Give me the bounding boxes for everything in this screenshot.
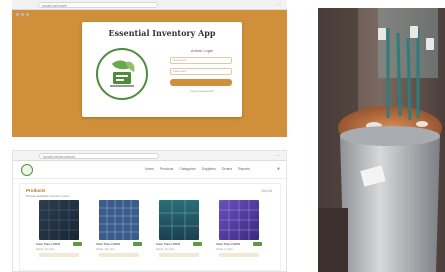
view-all-link[interactable]: View All <box>261 189 272 193</box>
card-button[interactable] <box>159 253 199 257</box>
forgot-password-link[interactable]: Forgot password? <box>170 89 234 93</box>
page-title: Essential Inventory App <box>108 28 216 38</box>
motor-rewinding-photo <box>318 8 445 272</box>
app-logo <box>96 48 148 100</box>
card-button[interactable] <box>219 253 259 257</box>
collage: localhost/login ⋯ Essential Inventory Ap… <box>0 0 445 272</box>
login-form: Admin Login Username Password Forgot pas… <box>170 48 234 93</box>
card-meta: Stock: 24 units <box>36 247 55 251</box>
product-cards: Solar Panel 100W Stock: 24 units Solar P… <box>36 200 266 270</box>
status-badge <box>193 242 202 246</box>
product-card[interactable]: Solar Panel 100W Stock: 24 units <box>36 200 82 270</box>
nav-item-reports[interactable]: Reports <box>238 167 250 171</box>
browser-menu-icon[interactable]: ⋯ <box>276 2 283 8</box>
product-card[interactable]: Solar Panel 150W Stock: 12 units <box>156 200 202 270</box>
login-card: Essential Inventory App Admin Login User… <box>82 22 242 117</box>
site-logo-icon[interactable] <box>21 164 33 176</box>
url-bar[interactable]: localhost/products <box>39 153 159 159</box>
browser-bar: localhost/products ⋯ <box>13 151 286 167</box>
site-header: Home Products Categories Suppliers Order… <box>13 161 286 179</box>
status-badge <box>73 242 82 246</box>
nav-item-categories[interactable]: Categories <box>179 167 195 171</box>
card-meta: Stock: 18 units <box>96 247 115 251</box>
product-list-screenshot: localhost/products ⋯ Home Products Categ… <box>12 150 287 272</box>
url-bar[interactable]: localhost/login <box>38 2 158 8</box>
leaf-box-logo-icon <box>110 60 135 87</box>
nav-item-home[interactable]: Home <box>145 167 154 171</box>
card-meta: Stock: 9 units <box>216 247 233 251</box>
products-panel: Products Browse available inventory item… <box>19 183 281 271</box>
window-controls <box>17 154 33 167</box>
motor-photo-illustration <box>318 8 445 272</box>
nav-item-orders[interactable]: Orders <box>222 167 232 171</box>
browser-menu-icon[interactable]: ⋯ <box>275 153 282 159</box>
login-screenshot: localhost/login ⋯ Essential Inventory Ap… <box>12 0 287 137</box>
product-card[interactable]: Solar Panel 200W Stock: 18 units <box>96 200 142 270</box>
user-icon[interactable]: ● <box>277 166 280 172</box>
blue-grid-solar-panel-image <box>99 200 139 240</box>
card-button[interactable] <box>39 253 79 257</box>
teal-solar-panel-image <box>159 200 199 240</box>
username-field[interactable]: Username <box>170 57 232 64</box>
main-nav: Home Products Categories Suppliers Order… <box>140 167 250 171</box>
nav-item-products[interactable]: Products <box>160 167 173 171</box>
status-badge <box>133 242 142 246</box>
section-title: Products <box>26 188 46 193</box>
card-meta: Stock: 12 units <box>156 247 175 251</box>
product-card[interactable]: Solar Panel 300W Stock: 9 units <box>216 200 262 270</box>
form-heading: Admin Login <box>190 48 214 53</box>
status-badge <box>253 242 262 246</box>
window-controls <box>16 3 32 16</box>
password-field[interactable]: Password <box>170 68 232 75</box>
purple-solar-panel-image <box>219 200 259 240</box>
card-button[interactable] <box>99 253 139 257</box>
section-subtitle: Browse available inventory items <box>26 194 70 198</box>
dark-blue-solar-panel-image <box>39 200 79 240</box>
login-button[interactable] <box>170 79 232 86</box>
browser-bar: localhost/login ⋯ <box>12 0 287 16</box>
nav-item-suppliers[interactable]: Suppliers <box>202 167 216 171</box>
